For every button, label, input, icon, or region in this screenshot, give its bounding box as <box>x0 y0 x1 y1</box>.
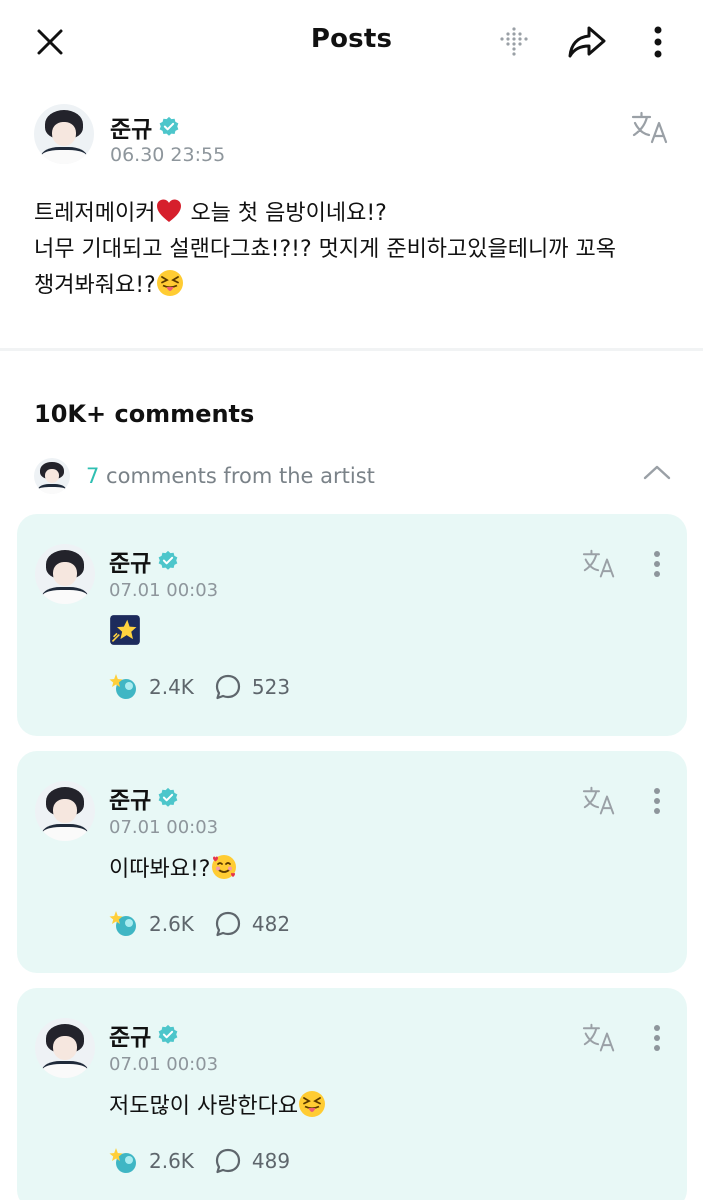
artist-comments-label: 7 comments from the artist <box>86 464 375 488</box>
comment-bubble-icon <box>215 1148 241 1174</box>
lightstick-like-icon <box>109 911 136 936</box>
lightstick-like-icon <box>109 674 136 699</box>
comment-bubble-icon <box>215 911 241 937</box>
reply-button[interactable]: 523 <box>214 673 290 701</box>
chevron-up-icon[interactable] <box>642 462 672 486</box>
like-button[interactable]: 2.6K <box>109 909 194 939</box>
comment-text <box>109 614 141 647</box>
section-divider <box>0 348 703 351</box>
comment-text: 저도많이 사랑한다요 <box>109 1088 326 1120</box>
like-button[interactable]: 2.4K <box>109 672 194 702</box>
smiling-face-with-hearts-icon <box>212 855 237 879</box>
comments-count-title: 10K+ comments <box>34 400 255 428</box>
reply-button[interactable]: 489 <box>214 1147 290 1175</box>
post-line-1: 트레저메이커 오늘 첫 음방이네요!? <box>34 196 674 232</box>
comment-text: 이따봐요!? <box>109 851 238 883</box>
avatar[interactable] <box>35 1018 95 1078</box>
comment-card[interactable]: 준규 07.01 00:03 저도많이 사랑한다요 2.6K 489 <box>17 988 687 1200</box>
more-vertical-icon[interactable] <box>640 20 676 64</box>
more-vertical-icon[interactable] <box>645 548 669 580</box>
squinting-tongue-emoji-icon <box>156 270 183 296</box>
comment-timestamp: 07.01 00:03 <box>109 580 219 601</box>
reply-count: 523 <box>251 675 291 699</box>
translate-icon[interactable] <box>581 785 617 821</box>
post-line-2: 너무 기대되고 설랜다그쵸!?!? 멋지게 준비하고있을테니까 꼬옥 <box>34 237 616 262</box>
top-bar: Posts <box>0 0 703 84</box>
verified-badge-icon <box>158 787 178 807</box>
translate-icon[interactable] <box>581 1022 617 1058</box>
avatar[interactable] <box>35 544 95 604</box>
comment-bubble-icon <box>215 674 241 700</box>
comment-stats: 2.6K 489 <box>109 1146 310 1176</box>
like-count: 2.6K <box>149 912 194 936</box>
verified-badge-icon <box>159 116 179 136</box>
reply-count: 482 <box>251 912 291 936</box>
post-line-3: 챙겨봐줘요!? <box>34 268 674 304</box>
lightstick-like-icon <box>109 1148 136 1173</box>
like-count: 2.6K <box>149 1149 194 1173</box>
more-vertical-icon[interactable] <box>645 1022 669 1054</box>
share-icon[interactable] <box>564 20 610 64</box>
reply-count: 489 <box>251 1149 291 1173</box>
reply-button[interactable]: 482 <box>214 910 290 938</box>
verified-badge-icon <box>158 550 178 570</box>
comment-author[interactable]: 준규 <box>109 781 151 815</box>
red-heart-icon <box>157 199 182 222</box>
comment-timestamp: 07.01 00:03 <box>109 1054 219 1075</box>
post-body: 트레저메이커 오늘 첫 음방이네요!? 너무 기대되고 설랜다그쵸!?!? 멋지… <box>34 196 674 304</box>
comment-stats: 2.4K 523 <box>109 672 310 702</box>
grid-icon[interactable] <box>494 24 534 58</box>
comment-author[interactable]: 준규 <box>109 1018 151 1052</box>
translate-icon[interactable] <box>630 110 670 150</box>
avatar <box>34 458 70 494</box>
comment-card[interactable]: 준규 07.01 00:03 2.4K 523 <box>17 514 687 736</box>
glowing-star-icon <box>110 615 140 645</box>
author-name[interactable]: 준규 <box>110 110 152 144</box>
post-header: 준규 06.30 23:55 <box>34 104 674 168</box>
translate-icon[interactable] <box>581 548 617 584</box>
comment-card[interactable]: 준규 07.01 00:03 이따봐요!? 2.6K 482 <box>17 751 687 973</box>
comment-timestamp: 07.01 00:03 <box>109 817 219 838</box>
artist-comments-toggle[interactable]: 7 comments from the artist <box>34 456 674 496</box>
avatar[interactable] <box>34 104 94 164</box>
verified-badge-icon <box>158 1024 178 1044</box>
comment-author[interactable]: 준규 <box>109 544 151 578</box>
comment-stats: 2.6K 482 <box>109 909 310 939</box>
like-button[interactable]: 2.6K <box>109 1146 194 1176</box>
post-timestamp: 06.30 23:55 <box>110 144 226 166</box>
more-vertical-icon[interactable] <box>645 785 669 817</box>
avatar[interactable] <box>35 781 95 841</box>
squinting-tongue-emoji-icon <box>299 1091 326 1117</box>
like-count: 2.4K <box>149 675 194 699</box>
